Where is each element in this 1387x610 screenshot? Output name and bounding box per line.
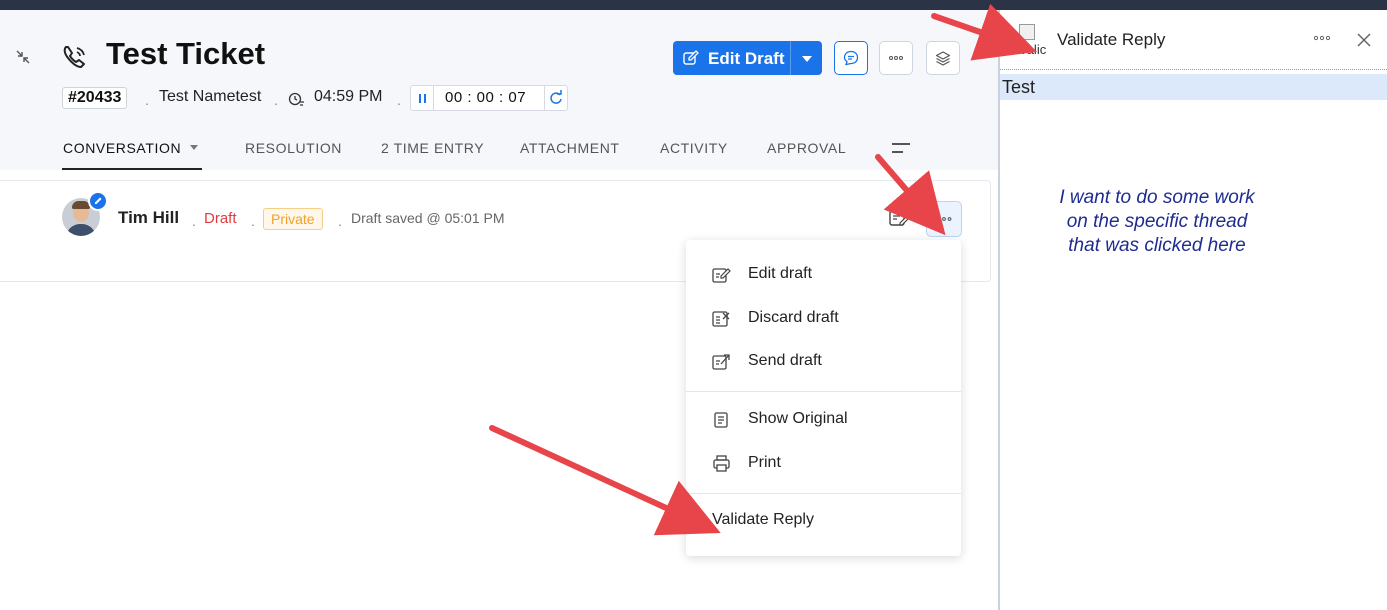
close-icon[interactable] [1356,32,1372,48]
menu-item-edit-draft[interactable]: Edit draft [686,258,961,292]
edit-note-icon[interactable] [889,208,909,228]
refresh-icon [550,90,562,104]
panel-divider [1000,69,1387,70]
top-app-bar [0,0,1387,10]
printer-icon [713,455,730,472]
pause-timer-button[interactable] [411,86,434,110]
draft-status: Draft [204,210,237,227]
separator-dot: . [274,92,278,108]
contact-name-link[interactable]: Test Nametest [159,88,261,106]
tab-approval[interactable]: APPROVAL [767,140,846,156]
ticket-header: Test Ticket #20433 . Test Nametest . 04:… [0,10,998,170]
tab-attachment[interactable]: ATTACHMENT [520,140,620,156]
annotation-line: I want to do some work [1059,187,1255,208]
menu-item-send-draft[interactable]: Send draft [686,345,961,379]
menu-item-show-original[interactable]: Show Original [686,403,961,437]
menu-divider [686,493,961,494]
extension-logo-broken-image: Valic [1019,24,1051,56]
tab-conversation[interactable]: CONVERSATION [63,140,181,156]
more-options-button[interactable] [879,41,913,75]
draft-pen-badge-icon [88,191,108,211]
panel-content-text: Test [1000,74,1387,100]
menu-item-label: Validate Reply [712,511,814,528]
ticket-id-badge: #20433 [62,87,128,109]
menu-item-print[interactable]: Print [686,447,961,481]
tab-time-entry[interactable]: 2 TIME ENTRY [381,140,484,156]
more-dots-icon[interactable] [1313,34,1331,42]
menu-divider [686,391,961,392]
avatar-body [66,224,96,236]
annotation-line: on the specific thread [1066,211,1248,232]
ticket-tabs: CONVERSATION RESOLUTION 2 TIME ENTRY ATT… [0,135,998,171]
separator-dot: . [338,213,342,229]
menu-item-label: Print [748,454,781,471]
menu-item-discard-draft[interactable]: Discard draft [686,302,961,336]
tab-conversation-dropdown-icon[interactable] [190,145,198,150]
edit-draft-button[interactable]: Edit Draft [673,41,822,75]
image-alt-text: Valic [1019,42,1047,56]
thread-more-button[interactable] [926,201,962,237]
edit-draft-dropdown-icon[interactable] [802,56,812,62]
timer-value: 00 : 00 : 07 [445,89,527,106]
separator-dot: . [145,92,149,108]
thread-author: Tim Hill [118,208,180,227]
edit-icon [712,268,731,283]
layers-icon [935,51,951,66]
menu-item-label: Send draft [748,352,822,369]
layers-button[interactable] [926,41,960,75]
annotation-line: that was clicked here [1068,235,1246,256]
pen-icon [95,197,102,204]
menu-item-label: Edit draft [748,265,813,282]
document-icon [714,412,728,428]
draft-saved-time: Draft saved @ 05:01 PM [351,210,505,226]
tab-resolution[interactable]: RESOLUTION [245,140,342,156]
broken-image-icon [1019,24,1035,40]
ticket-title: Test Ticket [106,36,266,71]
tabs-menu-icon[interactable] [892,141,912,155]
active-tab-indicator [62,168,202,170]
edit-draft-label: Edit Draft [708,49,785,68]
separator-dot: . [251,213,255,229]
tab-activity[interactable]: ACTIVITY [660,140,728,156]
button-divider [790,41,791,75]
reply-chat-button[interactable] [834,41,868,75]
annotation-note: I want to do some work on the specific t… [1028,186,1286,258]
edit-pen-icon [683,50,699,65]
discard-icon [712,311,730,327]
thread-actions-menu: Edit draft Discard draft Send draft Show… [686,240,961,556]
more-dots-icon [889,56,903,60]
phone-channel-icon [63,46,85,68]
reset-timer-button[interactable] [544,86,567,110]
validate-reply-panel: Valic Validate Reply Test [998,10,1387,610]
chat-bubble-icon [843,50,859,66]
menu-item-validate-reply[interactable]: Validate Reply [686,504,961,538]
separator-dot: . [192,213,196,229]
separator-dot: . [397,92,401,108]
collapse-icon[interactable] [14,48,32,66]
private-badge: Private [263,208,323,230]
menu-item-label: Show Original [748,410,848,427]
due-time: 04:59 PM [314,88,383,105]
more-dots-icon [936,217,952,221]
send-icon [712,354,730,370]
menu-item-label: Discard draft [748,309,839,326]
due-clock-icon [288,92,304,106]
ticket-timer: 00 : 00 : 07 [410,85,568,111]
panel-title: Validate Reply [1057,30,1166,49]
